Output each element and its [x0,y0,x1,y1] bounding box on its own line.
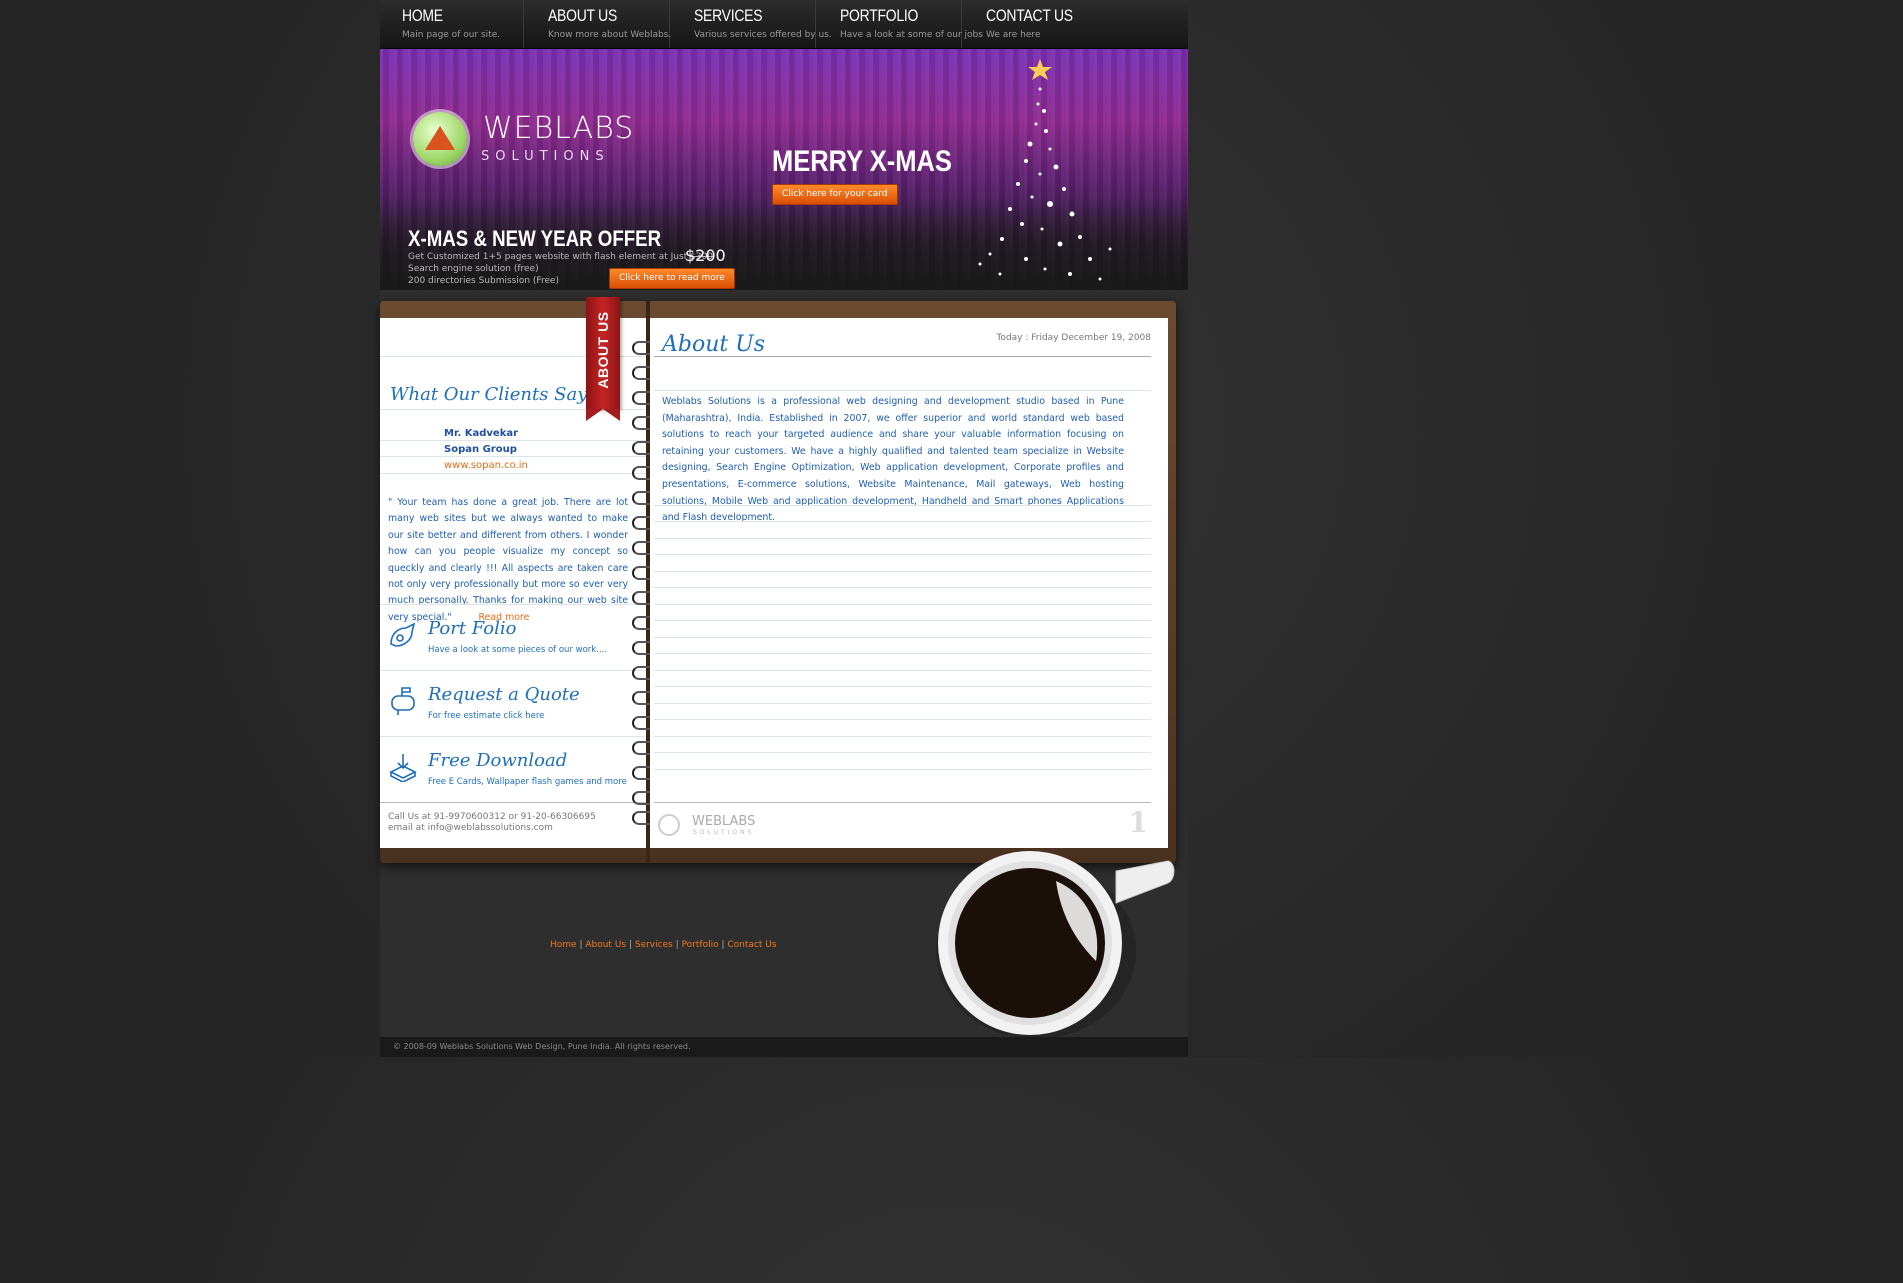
request-quote-block[interactable]: Request a Quote For free estimate click … [388,684,628,728]
footer-links: Home | About Us | Services | Portfolio |… [550,940,777,950]
nav-contact-title: CONTACT US [986,6,1073,25]
page-rule [654,752,1151,753]
client-name: Mr. Kadvekar [444,428,519,439]
top-navigation: HOME Main page of our site. ABOUT US Kno… [380,0,1188,49]
page-rule [654,356,1151,357]
contact-email: email at info@weblabssolutions.com [388,823,553,833]
portfolio-block[interactable]: Port Folio Have a look at some pieces of… [388,618,628,662]
offer-line-1-text: Get Customized 1+5 pages website with fl… [408,252,691,262]
contact-phone: Call Us at 91-9970600312 or 91-20-663066… [388,812,596,822]
offer-heading: X-MAS & NEW YEAR OFFER [408,226,662,251]
portfolio-subtitle: Have a look at some pieces of our work..… [428,645,608,655]
right-page: Today : Friday December 19, 2008 About U… [650,318,1168,848]
page-rule [654,521,1151,522]
weblabs-logo-icon[interactable] [413,112,467,166]
christmas-tree-icon [978,59,1112,281]
page-wrapper: HOME Main page of our site. ABOUT US Kno… [380,0,1188,1057]
page-rule [380,736,646,737]
page-rule [654,653,1151,654]
nav-about-us[interactable]: ABOUT US Know more about Weblabs. [526,0,672,48]
download-icon [389,754,417,782]
page-number: 1 [1128,806,1148,839]
nav-contact-subtitle: We are here [986,30,1041,40]
new-price: $200 [685,246,726,265]
footer-logo-icon [658,814,680,836]
page-rule [654,587,1151,588]
nav-portfolio[interactable]: PORTFOLIO Have a look at some of our job… [818,0,983,48]
offer-line-1: Get Customized 1+5 pages website with fl… [408,252,713,262]
footer-link-about[interactable]: About Us [585,940,626,950]
footer-link-contact[interactable]: Contact Us [727,940,776,950]
nav-portfolio-title: PORTFOLIO [840,6,919,25]
xmas-heading: MERRY X-MAS [772,145,952,178]
page-rule [380,440,646,441]
footer-link-portfolio[interactable]: Portfolio [682,940,719,950]
nav-services-title: SERVICES [694,6,763,25]
footer-logo-sub: SOLUTIONS [693,829,755,836]
page-rule [380,802,646,803]
read-more-button[interactable]: Click here to read more [609,268,735,289]
page-rule [380,604,646,605]
nav-about-title: ABOUT US [548,6,618,25]
clients-heading: What Our Clients Say [390,384,588,405]
page-rule [654,620,1151,621]
client-site-link[interactable]: www.sopan.co.in [444,460,528,471]
page-rule [654,538,1151,539]
page-rule [654,686,1151,687]
logo-tagline: SOLUTIONS [481,149,610,164]
nav-services[interactable]: SERVICES Various services offered by us. [672,0,832,48]
request-quote-subtitle: For free estimate click here [428,711,545,721]
offer-line-3: 200 directories Submission (Free) [408,276,560,286]
page-rule [654,670,1151,671]
free-download-title: Free Download [428,750,568,771]
hero-banner: WEBLABS SOLUTIONS MERRY X-MAS Click here… [380,49,1188,290]
nav-home-subtitle: Main page of our site. [402,30,501,40]
footer-logo-text: WEBLABS [692,814,756,829]
footer-separator: | [672,940,682,950]
nav-services-subtitle: Various services offered by us. [694,30,832,40]
request-quote-title: Request a Quote [428,684,580,705]
coffee-cup-icon [936,851,1175,1039]
flask-icon [425,126,455,150]
nav-home-title: HOME [402,6,443,25]
page-rule [654,703,1151,704]
footer-link-services[interactable]: Services [635,940,673,950]
about-body: Weblabs Solutions is a professional web … [662,396,1124,524]
page-rule [654,554,1151,555]
about-us-ribbon: ABOUT US [586,297,620,421]
about-heading: About Us [662,332,766,357]
nav-about-subtitle: Know more about Weblabs. [548,30,672,40]
footer-link-home[interactable]: Home [550,940,577,950]
free-download-block[interactable]: Free Download Free E Cards, Wallpaper fl… [388,750,628,794]
page-rule [654,604,1151,605]
copyright: © 2008-09 Weblabs Solutions Web Design, … [380,1037,1188,1057]
page-rule [654,736,1151,737]
page-rule [380,456,646,457]
notebook: What Our Clients Say Mr. Kadvekar Sopan … [380,297,1176,863]
portfolio-icon [390,622,416,647]
nav-portfolio-subtitle: Have a look at some of our jobs [840,30,983,40]
nav-contact-us[interactable]: CONTACT US We are here [964,0,1108,48]
page-rule [654,390,1151,391]
page-rule [380,473,646,474]
client-company: Sopan Group [444,444,517,455]
card-button[interactable]: Click here for your card [772,184,898,205]
page-rule [654,571,1151,572]
portfolio-title: Port Folio [428,618,517,639]
ribbon-label: ABOUT US [595,311,611,389]
free-download-subtitle: Free E Cards, Wallpaper flash games and … [428,777,627,787]
nav-home[interactable]: HOME Main page of our site. [380,0,524,48]
page-rule [380,670,646,671]
page-rule [654,802,1151,803]
page-rule [654,719,1151,720]
testimonial: " Your team has done a great job. There … [388,495,628,626]
footer-separator: | [626,940,635,950]
page-rule [654,637,1151,638]
current-date: Today : Friday December 19, 2008 [996,333,1151,343]
logo-wordmark: WEBLABS [483,111,635,146]
offer-line-2: Search engine solution (free) [408,264,539,274]
page-rule [654,505,1151,506]
page-rule [654,769,1151,770]
mailbox-icon [391,687,415,715]
